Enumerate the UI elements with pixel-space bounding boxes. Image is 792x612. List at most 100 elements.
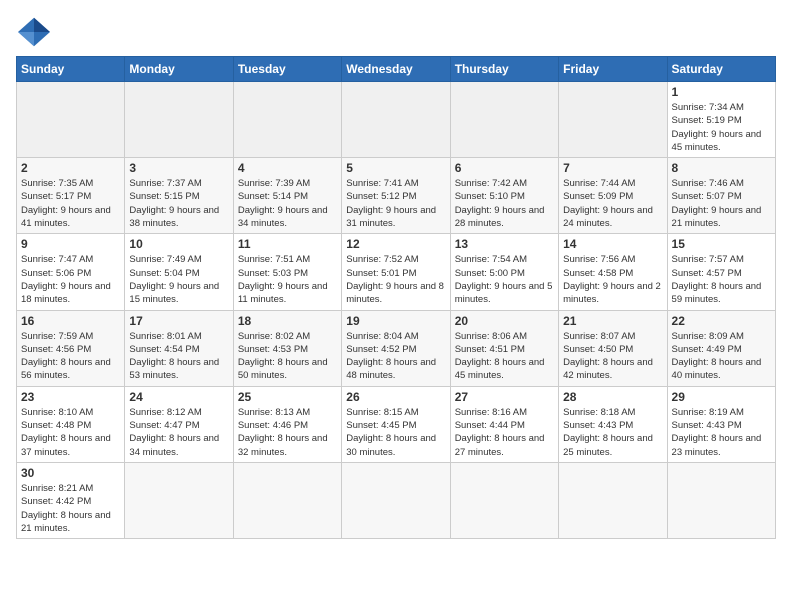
day-number: 20: [455, 314, 554, 328]
calendar-cell: [559, 82, 667, 158]
calendar-cell: [450, 82, 558, 158]
weekday-header-sunday: Sunday: [17, 57, 125, 82]
day-number: 21: [563, 314, 662, 328]
calendar-cell: 15 Sunrise: 7:57 AM Sunset: 4:57 PM Dayli…: [667, 234, 775, 310]
calendar-cell: 30 Sunrise: 8:21 AM Sunset: 4:42 PM Dayli…: [17, 462, 125, 538]
calendar-cell: [342, 462, 450, 538]
calendar-cell: [559, 462, 667, 538]
day-number: 28: [563, 390, 662, 404]
day-number: 4: [238, 161, 337, 175]
calendar-week-3: 9 Sunrise: 7:47 AM Sunset: 5:06 PM Daylig…: [17, 234, 776, 310]
calendar-week-4: 16 Sunrise: 7:59 AM Sunset: 4:56 PM Dayli…: [17, 310, 776, 386]
day-number: 13: [455, 237, 554, 251]
day-info: Sunrise: 8:09 AM Sunset: 4:49 PM Dayligh…: [672, 330, 771, 383]
calendar-week-5: 23Sunrise: 8:10 AM Sunset: 4:48 PM Dayli…: [17, 386, 776, 462]
day-number: 6: [455, 161, 554, 175]
day-info: Sunrise: 7:57 AM Sunset: 4:57 PM Dayligh…: [672, 253, 771, 306]
day-number: 12: [346, 237, 445, 251]
weekday-header-wednesday: Wednesday: [342, 57, 450, 82]
day-number: 1: [672, 85, 771, 99]
weekday-header-thursday: Thursday: [450, 57, 558, 82]
day-info: Sunrise: 8:21 AM Sunset: 4:42 PM Dayligh…: [21, 482, 120, 535]
day-info: Sunrise: 8:10 AM Sunset: 4:48 PM Dayligh…: [21, 406, 120, 459]
day-info: Sunrise: 7:52 AM Sunset: 5:01 PM Dayligh…: [346, 253, 445, 306]
day-info: Sunrise: 7:39 AM Sunset: 5:14 PM Dayligh…: [238, 177, 337, 230]
calendar-cell: [667, 462, 775, 538]
calendar-table: SundayMondayTuesdayWednesdayThursdayFrid…: [16, 56, 776, 539]
calendar-cell: 1 Sunrise: 7:34 AM Sunset: 5:19 PM Daylig…: [667, 82, 775, 158]
header: [16, 16, 776, 48]
calendar-cell: [450, 462, 558, 538]
calendar-week-1: 1 Sunrise: 7:34 AM Sunset: 5:19 PM Daylig…: [17, 82, 776, 158]
day-info: Sunrise: 8:02 AM Sunset: 4:53 PM Dayligh…: [238, 330, 337, 383]
day-info: Sunrise: 8:07 AM Sunset: 4:50 PM Dayligh…: [563, 330, 662, 383]
calendar-cell: 9 Sunrise: 7:47 AM Sunset: 5:06 PM Daylig…: [17, 234, 125, 310]
calendar-cell: 17Sunrise: 8:01 AM Sunset: 4:54 PM Dayli…: [125, 310, 233, 386]
day-info: Sunrise: 8:19 AM Sunset: 4:43 PM Dayligh…: [672, 406, 771, 459]
day-number: 19: [346, 314, 445, 328]
calendar-cell: 7 Sunrise: 7:44 AM Sunset: 5:09 PM Daylig…: [559, 158, 667, 234]
calendar-cell: 24 Sunrise: 8:12 AM Sunset: 4:47 PM Dayli…: [125, 386, 233, 462]
day-info: Sunrise: 8:15 AM Sunset: 4:45 PM Dayligh…: [346, 406, 445, 459]
calendar-cell: 14 Sunrise: 7:56 AM Sunset: 4:58 PM Dayli…: [559, 234, 667, 310]
day-info: Sunrise: 7:46 AM Sunset: 5:07 PM Dayligh…: [672, 177, 771, 230]
calendar-week-6: 30 Sunrise: 8:21 AM Sunset: 4:42 PM Dayli…: [17, 462, 776, 538]
day-number: 29: [672, 390, 771, 404]
day-number: 22: [672, 314, 771, 328]
calendar-cell: [125, 462, 233, 538]
calendar-cell: 18 Sunrise: 8:02 AM Sunset: 4:53 PM Dayli…: [233, 310, 341, 386]
day-info: Sunrise: 7:41 AM Sunset: 5:12 PM Dayligh…: [346, 177, 445, 230]
day-number: 7: [563, 161, 662, 175]
day-info: Sunrise: 7:47 AM Sunset: 5:06 PM Dayligh…: [21, 253, 120, 306]
calendar-cell: 20Sunrise: 8:06 AM Sunset: 4:51 PM Dayli…: [450, 310, 558, 386]
calendar-cell: 8Sunrise: 7:46 AM Sunset: 5:07 PM Daylig…: [667, 158, 775, 234]
day-number: 11: [238, 237, 337, 251]
calendar-cell: 19Sunrise: 8:04 AM Sunset: 4:52 PM Dayli…: [342, 310, 450, 386]
day-number: 3: [129, 161, 228, 175]
day-number: 30: [21, 466, 120, 480]
day-info: Sunrise: 7:51 AM Sunset: 5:03 PM Dayligh…: [238, 253, 337, 306]
calendar-cell: 4 Sunrise: 7:39 AM Sunset: 5:14 PM Daylig…: [233, 158, 341, 234]
day-number: 9: [21, 237, 120, 251]
weekday-header-tuesday: Tuesday: [233, 57, 341, 82]
day-number: 18: [238, 314, 337, 328]
day-number: 24: [129, 390, 228, 404]
generalblue-logo-icon: [16, 16, 52, 48]
calendar-cell: 13 Sunrise: 7:54 AM Sunset: 5:00 PM Dayli…: [450, 234, 558, 310]
day-info: Sunrise: 8:16 AM Sunset: 4:44 PM Dayligh…: [455, 406, 554, 459]
weekday-header-friday: Friday: [559, 57, 667, 82]
day-info: Sunrise: 8:18 AM Sunset: 4:43 PM Dayligh…: [563, 406, 662, 459]
day-number: 25: [238, 390, 337, 404]
day-info: Sunrise: 7:59 AM Sunset: 4:56 PM Dayligh…: [21, 330, 120, 383]
day-info: Sunrise: 7:54 AM Sunset: 5:00 PM Dayligh…: [455, 253, 554, 306]
calendar-cell: 21 Sunrise: 8:07 AM Sunset: 4:50 PM Dayli…: [559, 310, 667, 386]
day-info: Sunrise: 7:34 AM Sunset: 5:19 PM Dayligh…: [672, 101, 771, 154]
day-info: Sunrise: 7:37 AM Sunset: 5:15 PM Dayligh…: [129, 177, 228, 230]
calendar-cell: 25 Sunrise: 8:13 AM Sunset: 4:46 PM Dayli…: [233, 386, 341, 462]
calendar-cell: [233, 462, 341, 538]
calendar-cell: 23Sunrise: 8:10 AM Sunset: 4:48 PM Dayli…: [17, 386, 125, 462]
day-number: 2: [21, 161, 120, 175]
day-number: 26: [346, 390, 445, 404]
day-info: Sunrise: 7:49 AM Sunset: 5:04 PM Dayligh…: [129, 253, 228, 306]
calendar-cell: 27Sunrise: 8:16 AM Sunset: 4:44 PM Dayli…: [450, 386, 558, 462]
calendar-cell: [17, 82, 125, 158]
calendar-cell: 16 Sunrise: 7:59 AM Sunset: 4:56 PM Dayli…: [17, 310, 125, 386]
day-info: Sunrise: 8:01 AM Sunset: 4:54 PM Dayligh…: [129, 330, 228, 383]
day-info: Sunrise: 8:13 AM Sunset: 4:46 PM Dayligh…: [238, 406, 337, 459]
calendar-cell: 5Sunrise: 7:41 AM Sunset: 5:12 PM Daylig…: [342, 158, 450, 234]
calendar-cell: [125, 82, 233, 158]
day-number: 10: [129, 237, 228, 251]
calendar-cell: 12 Sunrise: 7:52 AM Sunset: 5:01 PM Dayli…: [342, 234, 450, 310]
day-info: Sunrise: 8:12 AM Sunset: 4:47 PM Dayligh…: [129, 406, 228, 459]
calendar-cell: 3 Sunrise: 7:37 AM Sunset: 5:15 PM Daylig…: [125, 158, 233, 234]
day-number: 15: [672, 237, 771, 251]
calendar-cell: 6 Sunrise: 7:42 AM Sunset: 5:10 PM Daylig…: [450, 158, 558, 234]
day-number: 14: [563, 237, 662, 251]
day-info: Sunrise: 7:35 AM Sunset: 5:17 PM Dayligh…: [21, 177, 120, 230]
calendar-cell: 29 Sunrise: 8:19 AM Sunset: 4:43 PM Dayli…: [667, 386, 775, 462]
day-info: Sunrise: 7:44 AM Sunset: 5:09 PM Dayligh…: [563, 177, 662, 230]
day-info: Sunrise: 7:42 AM Sunset: 5:10 PM Dayligh…: [455, 177, 554, 230]
day-number: 16: [21, 314, 120, 328]
day-info: Sunrise: 7:56 AM Sunset: 4:58 PM Dayligh…: [563, 253, 662, 306]
